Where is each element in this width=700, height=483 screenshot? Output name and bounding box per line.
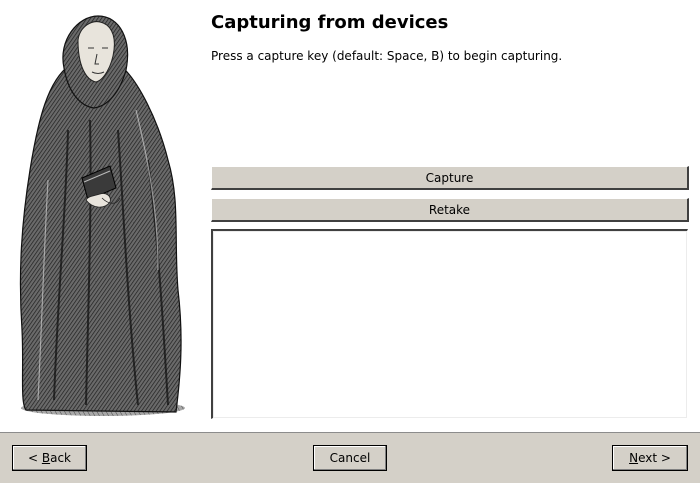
monk-illustration (8, 10, 188, 420)
next-button[interactable]: Next > (612, 445, 688, 471)
next-button-label: ext > (638, 451, 671, 465)
capture-button[interactable]: Capture (211, 166, 689, 190)
back-button-label: ack (50, 451, 71, 465)
wizard-page: Capturing from devices Press a capture k… (0, 0, 700, 432)
wizard-footer: < Back Cancel Next > (0, 432, 700, 483)
cancel-button[interactable]: Cancel (313, 445, 387, 471)
back-button-prefix: < (27, 451, 42, 465)
capture-preview-area (211, 229, 688, 419)
retake-button[interactable]: Retake (211, 198, 689, 222)
page-title: Capturing from devices (211, 12, 449, 33)
back-button-mnemonic: B (41, 451, 51, 465)
back-button[interactable]: < Back (12, 445, 87, 471)
page-description: Press a capture key (default: Space, B) … (211, 49, 563, 63)
next-button-mnemonic: N (629, 451, 639, 465)
